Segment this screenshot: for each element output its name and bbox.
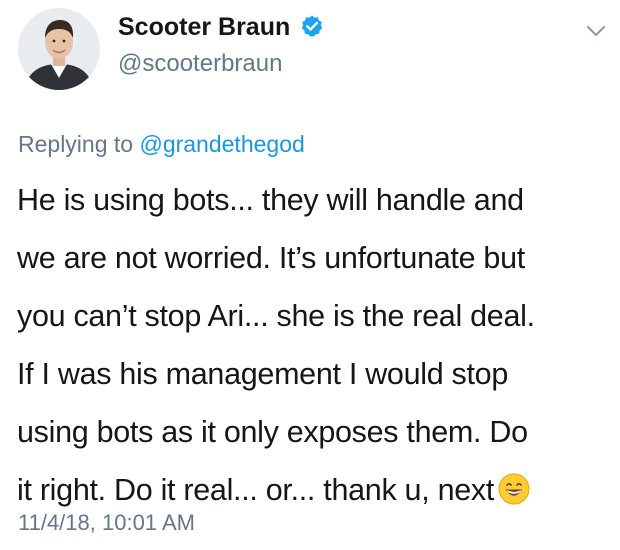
replying-to-label: Replying to [18, 131, 134, 157]
tweet-text: He is using bots... they will handle and… [17, 171, 617, 519]
reply-mention-link[interactable]: @grandethegod [139, 131, 304, 157]
verified-badge-icon [300, 14, 324, 38]
tweet-text-line: using bots as it only exposes them. Do [17, 415, 528, 449]
tweet-text-line: If I was his management I would stop [17, 357, 509, 391]
tweet-text-line-content: it right. Do it real... or... thank u, n… [17, 473, 495, 507]
user-handle[interactable]: @scooterbraun [118, 50, 282, 78]
avatar[interactable] [18, 8, 100, 90]
avatar-photo-icon [18, 8, 100, 90]
chevron-down-icon[interactable] [586, 24, 606, 38]
tweet-text-line: He is using bots... they will handle and [17, 183, 524, 217]
tweet-text-line: we are not worried. It’s unfortunate but [17, 241, 525, 275]
display-name[interactable]: Scooter Braun [118, 13, 290, 42]
tweet-text-line: you can’t stop Ari... she is the real de… [17, 299, 535, 333]
replying-to-line: Replying to @grandethegod [18, 131, 305, 158]
tweet-timestamp[interactable]: 11/4/18, 10:01 AM [18, 510, 195, 536]
tweet-card: Scooter Braun @scooterbraun Replying to … [0, 0, 620, 550]
grinning-face-emoji-icon [498, 466, 530, 505]
